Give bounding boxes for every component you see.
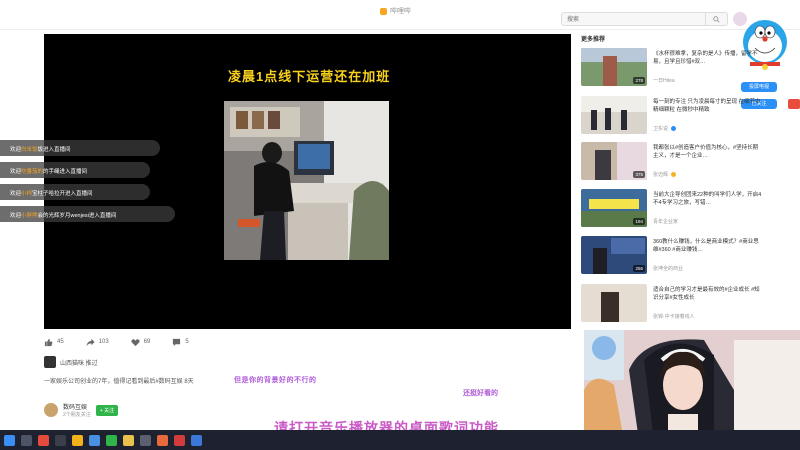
author-name[interactable]: 山西猫咪 推过 [60, 358, 98, 367]
video-description: 一家娱乐公司创业的7年，值得记看到最后#数码互娱 8天 [44, 379, 194, 385]
view-count: 194 [633, 218, 645, 225]
search-box[interactable] [561, 12, 728, 26]
recommend-card[interactable]: 278 《水杯很难拿，复杂的是人》传播，留学不易，且学且珍惜#双… 一日Hite… [581, 48, 781, 90]
video-caption: 凌晨1点线下运营还在加班 [228, 69, 391, 84]
taskbar-app-icon[interactable] [38, 434, 49, 446]
card-author: 张迈辉 [653, 171, 677, 178]
chat-message: 欢迎小柯宝柱子哈拉开进入直播间 [0, 184, 150, 200]
card-thumbnail [581, 96, 647, 134]
lyric-subtitle-1: 但是你的背景好的不行的 [234, 377, 317, 384]
app-logo-icon [380, 7, 387, 15]
comment-button[interactable]: 5 [172, 338, 189, 347]
chat-message: 欢迎小胖熊会的光辉岁月wenjesi进入直播间 [0, 206, 175, 222]
taskbar-app-icon[interactable] [89, 434, 100, 446]
like-button[interactable]: 45 [44, 338, 64, 347]
chat-message: 欢迎吃番茄的的手绳进入直播间 [0, 162, 150, 178]
search-button[interactable] [705, 13, 727, 25]
card-title: 每一刻的专注 只为凌晨每寸的呈现 在细节中精细颗粒 在微秒中精致 [653, 99, 761, 113]
taskbar-app-icon[interactable] [174, 434, 185, 446]
verified-icon [671, 172, 677, 177]
recommend-card[interactable]: 适合自己的学习才是最有效的#企业成长 #知识分享#女性成长 张锦·中卡接着线人 [581, 284, 781, 326]
author-avatar[interactable] [44, 356, 56, 368]
view-count: 278 [633, 77, 645, 84]
recommend-card[interactable]: 375 我都张以#创造客户价值为核心，#坚持长期主义，才是一个企业… 张迈辉 [581, 142, 781, 184]
taskbar-app-icon[interactable] [55, 434, 66, 446]
taskbar-app-icon[interactable] [72, 434, 83, 446]
share-icon [86, 338, 95, 346]
card-thumbnail [581, 284, 647, 322]
taskbar-app-icon[interactable] [140, 434, 151, 446]
verified-icon [671, 126, 677, 131]
video-actions: 45 103 69 5 [44, 335, 189, 349]
card-title: 《水杯很难拿，复杂的是人》传播，留学不易，且学且珍惜#双… [653, 51, 758, 65]
search-input[interactable] [567, 15, 697, 24]
card-author: 一日Hitea [653, 78, 675, 84]
video-frame-image [224, 101, 389, 260]
poster-subtitle: 2个朋友关注 [63, 412, 91, 418]
chat-message: 欢迎白米饭饭进入直播间 [0, 140, 160, 156]
author-row[interactable]: 山西猫咪 推过 [44, 356, 98, 368]
card-author: 张坤全的商业 [653, 266, 684, 272]
poster-row: 数码互娱 2个朋友关注 + 关注 [44, 402, 119, 418]
taskbar-app-icon[interactable] [123, 434, 134, 446]
taskbar-app-icon[interactable] [157, 434, 168, 446]
recommend-title: 更多推荐 [581, 37, 606, 43]
app-title-text: 哔哩哔 [390, 8, 411, 15]
comment-icon [173, 338, 181, 346]
heart-icon [131, 338, 140, 346]
card-title: 当前大企导创团来22种的叫学们人学，开启4不4专学习之旅，写错… [653, 192, 762, 206]
webcam-overlay [584, 330, 800, 441]
follow-button[interactable]: + 关注 [95, 404, 119, 416]
taskbar-app-icon[interactable] [21, 434, 32, 446]
view-count: 256 [633, 265, 645, 272]
taskbar-app-icon[interactable] [191, 434, 202, 446]
start-icon[interactable] [4, 434, 15, 446]
favorite-button[interactable]: 69 [131, 338, 150, 347]
poster-name[interactable]: 数码互娱 [63, 402, 91, 411]
app-title: 哔哩哔 [380, 6, 411, 16]
card-author: 张锦·中卡接着线人 [653, 314, 695, 320]
thumbs-up-icon [44, 338, 53, 346]
card-title: 360教什么赚钱，什么是商业模式？#商业思维#360 #商业赚钱… [653, 239, 759, 253]
side-float-badge[interactable] [788, 99, 800, 109]
recommend-card[interactable]: 256 360教什么赚钱，什么是商业模式？#商业思维#360 #商业赚钱… 张坤… [581, 236, 781, 278]
recommend-card[interactable]: 每一刻的专注 只为凌晨每寸的呈现 在细节中精细颗粒 在微秒中精致 卫东说 [581, 96, 781, 138]
card-title: 适合自己的学习才是最有效的#企业成长 #知识分享#女性成长 [653, 287, 760, 301]
card-author: 青年企业家 [653, 219, 679, 225]
taskbar [0, 430, 800, 450]
taskbar-app-icon[interactable] [106, 434, 117, 446]
card-title: 我都张以#创造客户价值为核心，#坚持长期主义，才是一个企业… [653, 145, 759, 159]
poster-avatar[interactable] [44, 403, 58, 417]
view-count: 375 [633, 171, 645, 178]
share-button[interactable]: 103 [86, 338, 109, 347]
recommend-card[interactable]: 194 当前大企导创团来22种的叫学们人学，开启4不4专学习之旅，写错… 青年企… [581, 189, 781, 231]
search-icon [713, 15, 720, 23]
card-author: 卫东说 [653, 125, 677, 132]
lyric-subtitle-2: 还挺好看的 [463, 390, 498, 397]
